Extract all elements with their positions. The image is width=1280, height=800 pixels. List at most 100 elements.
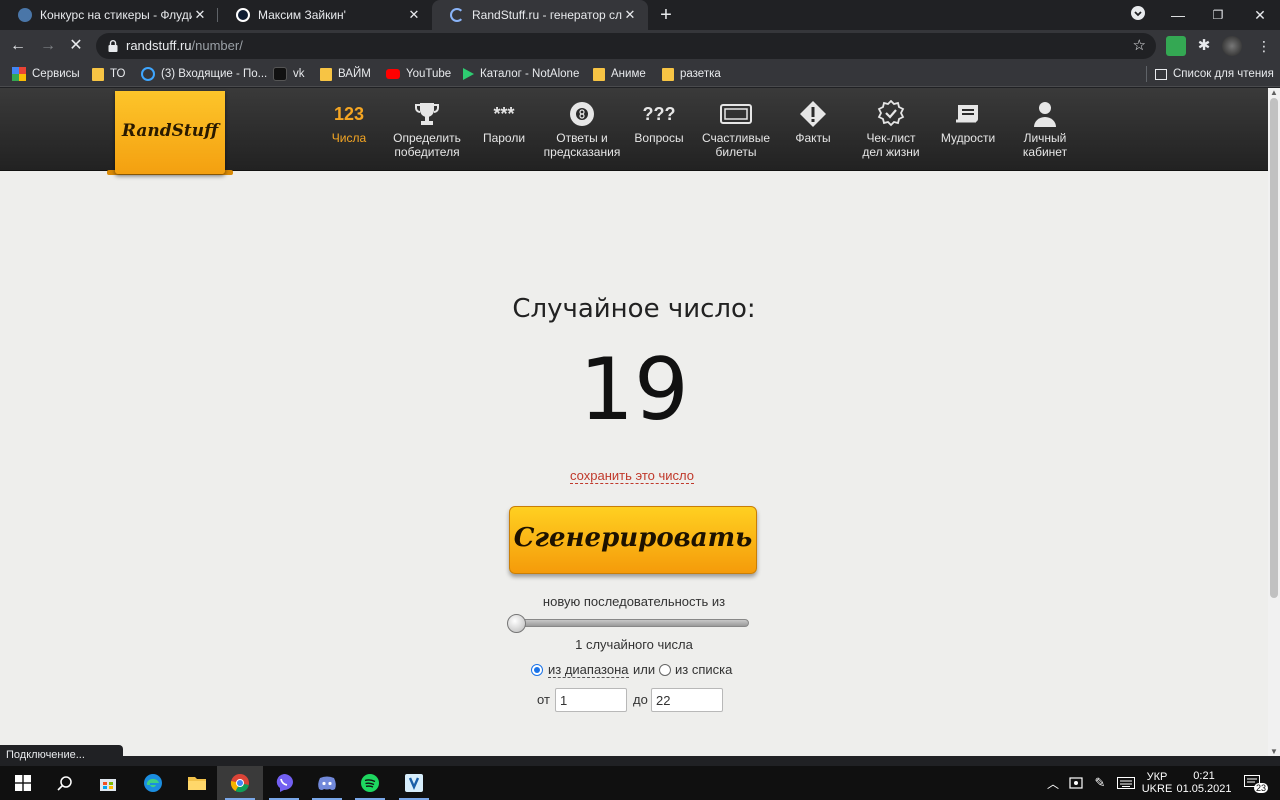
folder-icon (593, 67, 605, 81)
generate-button-label: Сгенерировать (513, 523, 753, 553)
scroll-down-icon[interactable]: ▼ (1270, 747, 1278, 756)
tray-chevron-icon[interactable]: ︿ (1044, 766, 1062, 800)
vpn-shield-icon[interactable] (391, 766, 437, 800)
site-favicon-icon (18, 8, 32, 22)
keyboard-layout: UKRE (1141, 783, 1173, 795)
bookmarks-bar: Сервисы ТО (3) Входящие - По... vk ВАЙМ … (0, 62, 1280, 87)
list-mode-label[interactable]: из списка (675, 662, 732, 677)
file-explorer-icon[interactable] (174, 766, 220, 800)
nav-label: предсказания (543, 145, 621, 159)
nav-label: дел жизни (862, 145, 920, 159)
reading-list-button[interactable]: Список для чтения (1146, 66, 1274, 82)
url-host: randstuff.ru (126, 38, 192, 53)
nav-label: Числа (331, 131, 367, 145)
nav-label: Факты (795, 131, 831, 145)
reading-list-icon (1155, 68, 1167, 80)
password-icon: *** (493, 104, 515, 124)
apps-grid-icon (12, 67, 26, 81)
notification-center-icon[interactable]: 23 (1240, 766, 1269, 800)
chrome-icon[interactable] (217, 766, 263, 800)
logo-text: RandStuff (121, 121, 219, 141)
windows-taskbar: ︿ ✎ УКР UKRE 0:21 01.05.2021 23 (0, 766, 1280, 800)
close-tab-icon[interactable]: ✕ (622, 7, 638, 23)
profile-avatar[interactable] (1222, 36, 1242, 56)
page-scrollbar[interactable]: ▲ ▼ (1268, 88, 1280, 756)
tab-contest[interactable]: Конкурс на стикеры - Флудильня ✕ (0, 0, 218, 30)
nav-passwords[interactable]: *** Пароли (459, 100, 549, 145)
count-slider-handle[interactable] (507, 614, 526, 633)
range-radio[interactable] (531, 664, 543, 676)
address-bar[interactable]: randstuff.ru/number/ ☆ (96, 33, 1156, 59)
bookmark-label: vk (293, 68, 305, 80)
language-indicator[interactable]: УКР UKRE (1141, 766, 1173, 800)
checklist-badge-icon (877, 100, 905, 127)
stop-loading-icon[interactable]: ✕ (64, 34, 88, 58)
tab-title: RandStuff.ru - генератор случайн (472, 8, 622, 22)
forward-arrow-icon[interactable]: → (36, 34, 60, 58)
bookmark-youtube[interactable]: YouTube (386, 66, 451, 82)
search-icon[interactable] (42, 766, 88, 800)
scroll-up-icon[interactable]: ▲ (1270, 88, 1278, 97)
discord-icon[interactable] (304, 766, 350, 800)
bookmark-label: ТО (110, 68, 126, 80)
tab-search-icon[interactable] (1118, 0, 1158, 30)
list-radio[interactable] (659, 664, 671, 676)
reading-list-label: Список для чтения (1173, 68, 1274, 80)
bookmark-vk[interactable]: vk (273, 66, 305, 82)
spotify-icon[interactable] (347, 766, 393, 800)
url-text: randstuff.ru/number/ (126, 38, 243, 53)
tab-maxim[interactable]: Максим Зайкин' ✕ (218, 0, 432, 30)
or-label: или (633, 662, 656, 677)
tray-app-icon[interactable] (1066, 766, 1086, 800)
numbers-icon: 123 (333, 104, 365, 124)
bookmark-vaim[interactable]: ВАЙМ (320, 66, 371, 82)
folder-icon (662, 67, 674, 81)
bookmark-notalone[interactable]: Каталог - NotAlone (463, 66, 579, 82)
notification-count-badge: 23 (1254, 783, 1269, 793)
bookmark-star-icon[interactable]: ☆ (1133, 36, 1146, 54)
site-logo[interactable]: RandStuff (115, 91, 225, 174)
puzzle-extensions-icon[interactable]: ✱ (1194, 36, 1214, 56)
folder-icon (320, 67, 332, 81)
to-input[interactable]: 22 (651, 688, 723, 712)
bookmark-inbox[interactable]: (3) Входящие - По... (141, 66, 267, 82)
bookmark-services[interactable]: Сервисы (12, 66, 80, 82)
site-header: RandStuff 123 Числа Определить победител… (0, 88, 1268, 175)
webpage: RandStuff 123 Числа Определить победител… (0, 88, 1268, 756)
range-mode-label[interactable]: из диапазона (548, 662, 629, 678)
generate-button[interactable]: Сгенерировать (509, 506, 757, 574)
keyboard-icon[interactable] (1114, 766, 1138, 800)
restore-icon[interactable]: ❐ (1198, 0, 1238, 30)
pen-workspace-icon[interactable]: ✎ (1090, 766, 1110, 800)
browser-tab-strip: Конкурс на стикеры - Флудильня ✕ Максим … (0, 0, 1280, 30)
close-tab-icon[interactable]: ✕ (192, 7, 208, 23)
menu-dots-icon[interactable]: ⋮ (1254, 36, 1274, 56)
count-slider-track[interactable] (509, 619, 749, 627)
extension-icon[interactable] (1166, 36, 1186, 56)
nav-account[interactable]: Личный кабинет (1000, 100, 1090, 159)
edge-icon[interactable] (130, 766, 176, 800)
bookmark-label: (3) Входящие - По... (161, 68, 268, 80)
close-tab-icon[interactable]: ✕ (406, 7, 422, 23)
mail-icon (141, 67, 155, 81)
store-icon[interactable] (85, 766, 131, 800)
new-tab-button[interactable]: + (655, 4, 677, 26)
tab-title: Максим Зайкин' (258, 8, 346, 22)
close-window-icon[interactable]: ✕ (1240, 0, 1280, 30)
clock[interactable]: 0:21 01.05.2021 (1176, 766, 1232, 800)
bookmark-razetka[interactable]: разетка (662, 66, 721, 82)
random-number-result: 19 (579, 340, 689, 440)
windows-start-icon[interactable] (0, 766, 46, 800)
nav-facts[interactable]: Факты (768, 100, 858, 145)
scrollbar-thumb[interactable] (1270, 98, 1278, 598)
bookmark-to[interactable]: ТО (92, 66, 125, 82)
viber-icon[interactable] (261, 766, 307, 800)
from-input[interactable]: 1 (555, 688, 627, 712)
tab-randstuff[interactable]: RandStuff.ru - генератор случайн ✕ (432, 0, 648, 30)
nav-numbers[interactable]: 123 Числа (304, 100, 394, 145)
bookmark-anime[interactable]: Аниме (593, 66, 646, 82)
nav-label: билеты (715, 145, 757, 159)
save-number-link[interactable]: сохранить это число (570, 468, 694, 484)
minimize-icon[interactable]: — (1158, 0, 1198, 30)
back-arrow-icon[interactable]: ← (6, 34, 30, 58)
